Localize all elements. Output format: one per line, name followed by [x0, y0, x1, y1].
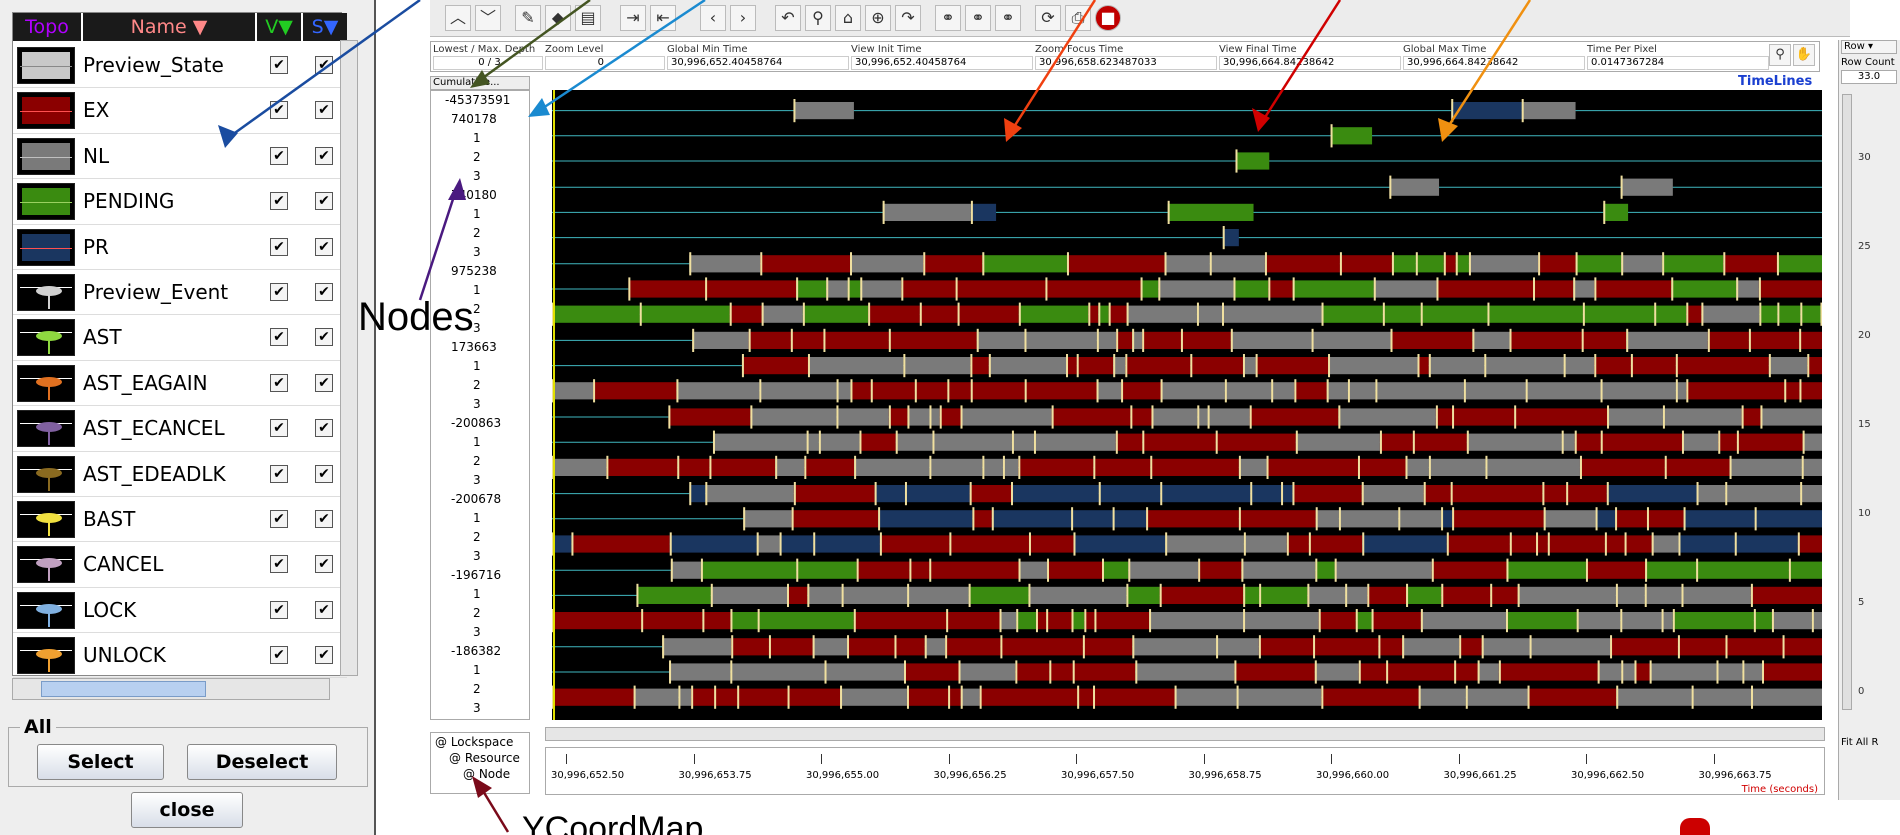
- arrow-to-mode: [479, 0, 591, 82]
- arrow-to-canvas-1: [1010, 0, 1097, 131]
- brand-logo: [1680, 818, 1710, 835]
- arrow-to-legend: [224, 0, 421, 142]
- arrow-to-nodes: [418, 189, 458, 301]
- arrow-to-canvas-3: [1444, 0, 1532, 131]
- annotation-arrows: [218, 0, 1532, 833]
- arrow-to-canvas-2: [1260, 0, 1342, 123]
- arrow-to-tree: [539, 0, 706, 112]
